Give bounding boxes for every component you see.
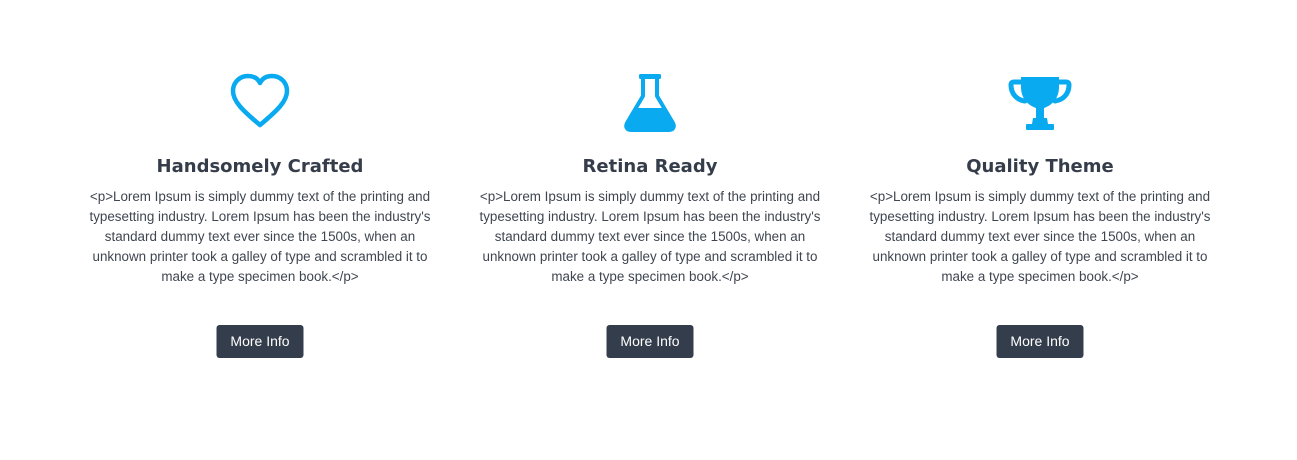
heart-icon	[228, 72, 292, 132]
features-section: Handsomely Crafted <p>Lorem Ipsum is sim…	[0, 0, 1297, 460]
flask-icon	[618, 72, 682, 132]
feature-description: <p>Lorem Ipsum is simply dummy text of t…	[89, 189, 431, 284]
more-info-button[interactable]: More Info	[606, 325, 694, 358]
more-info-button[interactable]: More Info	[996, 325, 1084, 358]
more-info-button[interactable]: More Info	[216, 325, 304, 358]
feature-title: Quality Theme	[966, 156, 1114, 177]
feature-description: <p>Lorem Ipsum is simply dummy text of t…	[479, 189, 821, 284]
trophy-icon	[1008, 72, 1072, 132]
feature-description: <p>Lorem Ipsum is simply dummy text of t…	[869, 189, 1211, 284]
feature-title: Handsomely Crafted	[156, 156, 364, 177]
feature-title: Retina Ready	[582, 156, 718, 177]
